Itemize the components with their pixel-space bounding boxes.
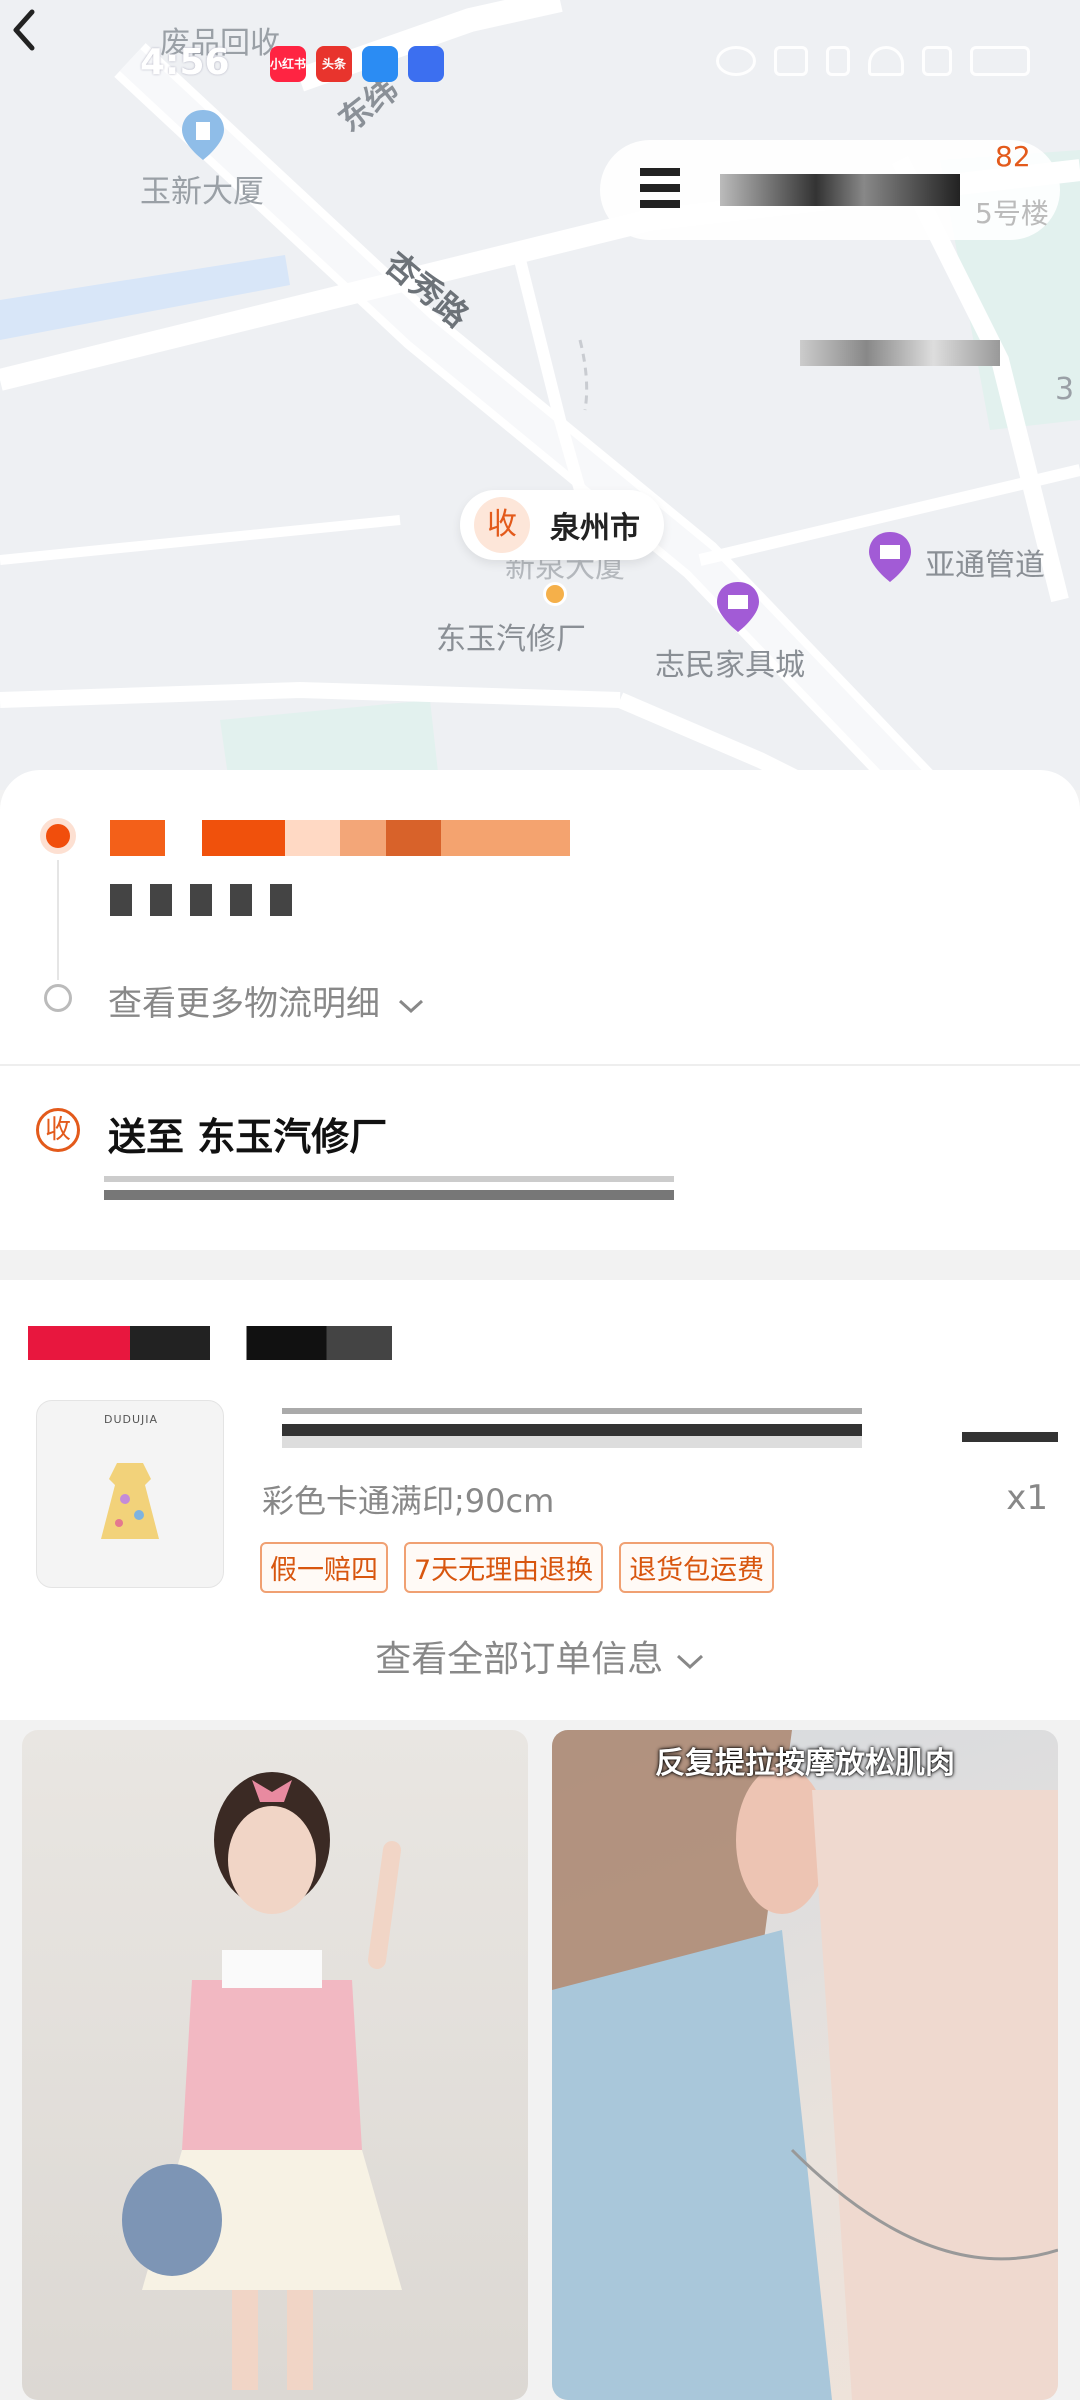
feed-card-massage-video[interactable]: 反复提拉按摩放松肌肉 <box>552 1730 1058 2400</box>
status-time: 4:56 <box>140 42 230 83</box>
page-root: 废品回收 玉新大厦 东纬 杏秀路 3 亚通管道 新泉大厦 东玉汽修厂 志民家具城… <box>0 0 1080 2400</box>
app-badge-toutiao: 头条 <box>316 46 352 82</box>
map-roads <box>0 0 1080 790</box>
vibrate-icon <box>826 46 850 76</box>
view-all-order-info-link[interactable]: 查看全部订单信息 <box>0 1630 1080 1682</box>
shop-pin-icon-yatong <box>869 532 911 582</box>
map-label-zhimin: 志民家具城 <box>655 648 805 683</box>
product-quantity: x1 <box>1006 1478 1048 1518</box>
shop-pin-icon-zhimin <box>717 582 759 632</box>
chevron-down-icon <box>398 999 423 1013</box>
back-arrow-icon[interactable] <box>0 0 50 60</box>
redacted-latest-status <box>110 820 570 856</box>
receiver-location-pin[interactable]: 收 泉州市 <box>460 490 664 560</box>
massage-video-image <box>552 1730 1058 2400</box>
camera-icon <box>774 46 808 76</box>
feed-card-girl-outfit[interactable] <box>22 1730 528 2400</box>
map-label-yuxin: 玉新大厦 <box>140 174 264 210</box>
tag-fake-compensation: 假一赔四 <box>260 1542 388 1593</box>
redacted-shop-name[interactable] <box>28 1326 392 1360</box>
redacted-address <box>104 1168 674 1208</box>
eye-icon <box>716 46 756 76</box>
app-badge-robot-icon <box>408 46 444 82</box>
chevron-down-icon <box>676 1654 703 1670</box>
more-logistics-label: 查看更多物流明细 <box>108 984 380 1024</box>
video-caption: 反复提拉按摩放松肌肉 <box>655 1746 955 1781</box>
divider <box>0 1064 1080 1066</box>
status-bar: 4:56 小红书 头条 <box>0 40 1080 90</box>
redacted-price <box>962 1432 1058 1442</box>
map-view[interactable]: 废品回收 玉新大厦 东纬 杏秀路 3 亚通管道 新泉大厦 东玉汽修厂 志民家具城… <box>0 0 1080 790</box>
wifi-icon <box>868 46 904 76</box>
tag-free-return-shipping: 退货包运费 <box>619 1542 775 1593</box>
redacted-block <box>640 168 680 214</box>
app-badge-xiaohongshu: 小红书 <box>270 46 306 82</box>
map-label-building5: 5号楼 <box>975 197 1049 230</box>
timeline-dot-icon <box>44 984 72 1012</box>
deliver-to-title: 送至 东玉汽修厂 <box>108 1115 388 1159</box>
timeline-line <box>57 860 59 980</box>
latest-status-dot-icon <box>40 818 76 854</box>
pin-city: 泉州市 <box>550 511 640 546</box>
map-label-num3: 3 <box>1055 372 1075 407</box>
product-spec: 彩色卡通满印;90cm <box>262 1482 555 1520</box>
destination-dot-icon <box>543 582 567 606</box>
redacted-status-time <box>110 884 300 916</box>
more-logistics-link[interactable]: 查看更多物流明细 <box>108 976 425 1025</box>
map-label-dongyu-repair: 东玉汽修厂 <box>436 622 586 657</box>
view-all-label: 查看全部订单信息 <box>375 1639 664 1680</box>
thumb-brand: DUDUJIA <box>103 1413 159 1426</box>
receive-icon: 收 <box>474 497 530 553</box>
map-label-yatong: 亚通管道 <box>925 548 1045 583</box>
section-gap <box>0 1252 1080 1280</box>
signal-icon <box>922 46 952 76</box>
redacted-block <box>720 174 960 206</box>
receive-address-icon: 收 <box>36 1108 80 1152</box>
dress-image-icon <box>101 1463 159 1539</box>
product-thumbnail[interactable]: DUDUJIA <box>36 1400 224 1588</box>
office-building-pin-icon <box>182 110 224 160</box>
redacted-product-title[interactable] <box>282 1408 862 1448</box>
redacted-block <box>800 340 1000 366</box>
service-tags: 假一赔四 7天无理由退换 退货包运费 <box>260 1542 775 1593</box>
girl-outfit-image <box>122 1772 402 2390</box>
courier-count: 82 <box>995 140 1031 173</box>
app-badge-weather-icon <box>362 46 398 82</box>
tag-7day-return: 7天无理由退换 <box>404 1542 604 1593</box>
battery-icon <box>970 46 1030 76</box>
status-icons <box>716 46 1030 76</box>
